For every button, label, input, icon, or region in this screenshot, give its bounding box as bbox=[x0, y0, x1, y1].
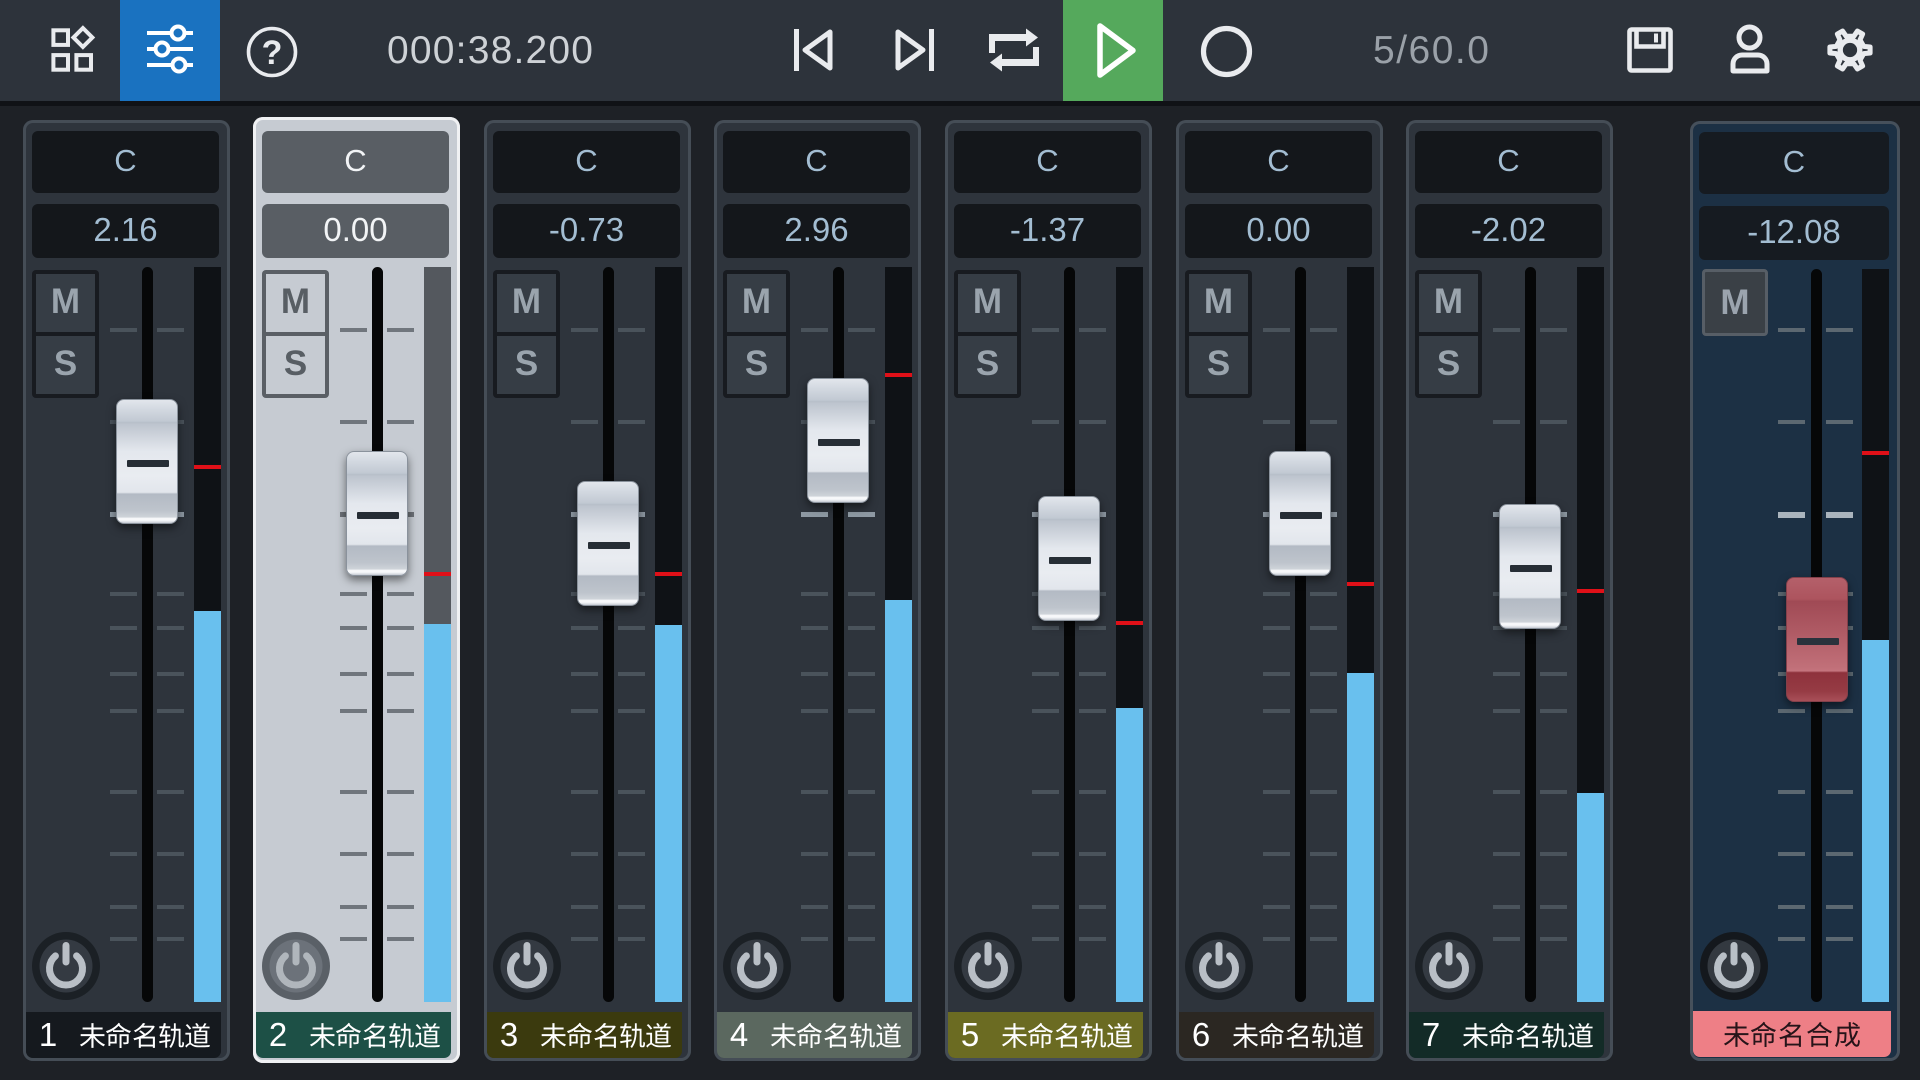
svg-text:?: ? bbox=[262, 34, 283, 72]
